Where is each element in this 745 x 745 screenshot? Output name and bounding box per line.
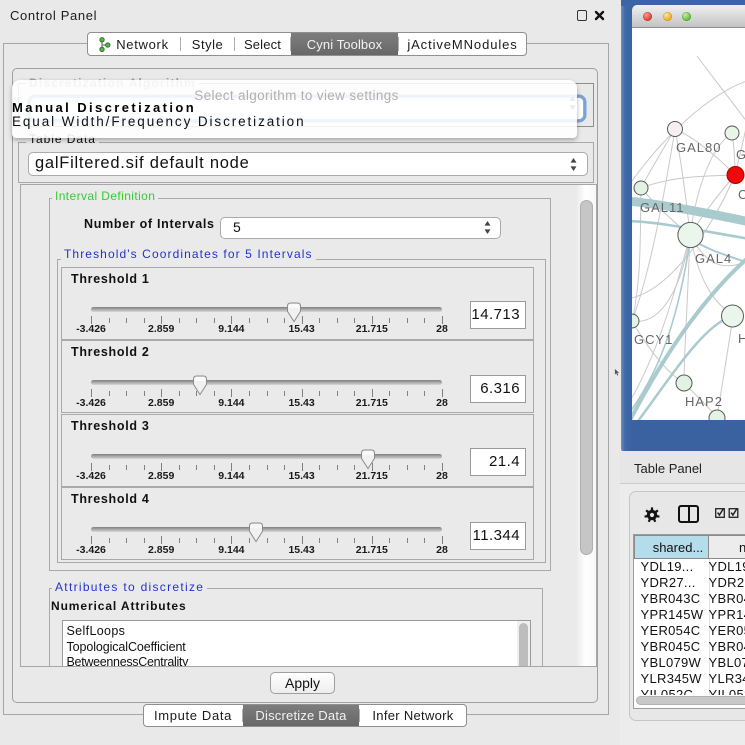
svg-text:HAP2: HAP2 [685, 394, 723, 409]
svg-text:GAL80: GAL80 [676, 140, 721, 155]
svg-text:GAL4: GAL4 [695, 251, 732, 266]
svg-text:GCY1: GCY1 [634, 332, 673, 347]
svg-text:HI: HI [738, 331, 745, 346]
svg-text:CR: CR [738, 187, 745, 202]
svg-text:GA: GA [736, 147, 745, 162]
svg-text:GAL11: GAL11 [640, 200, 685, 215]
